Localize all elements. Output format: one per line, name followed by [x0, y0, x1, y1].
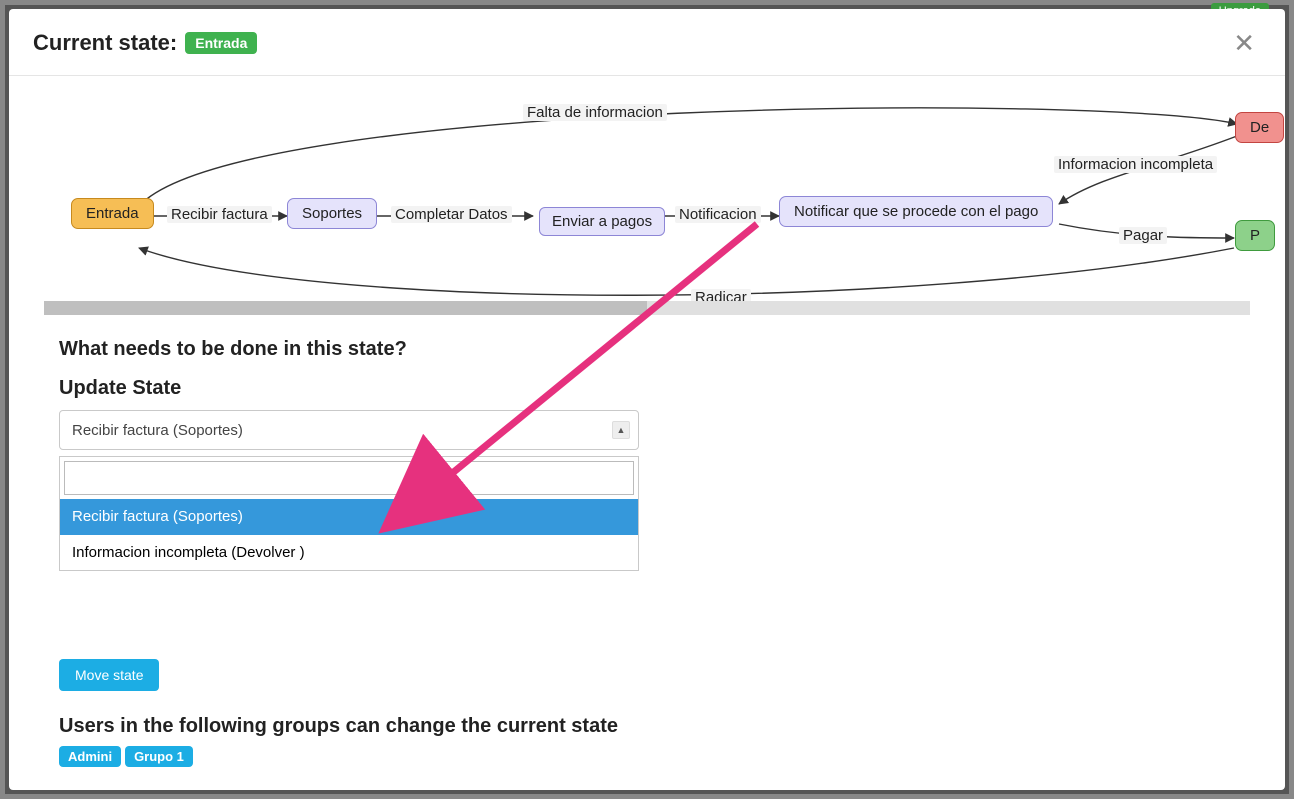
- edge-label-pagar: Pagar: [1119, 227, 1167, 244]
- dropdown-option-0[interactable]: Recibir factura (Soportes): [60, 499, 638, 535]
- node-enviar-label[interactable]: Enviar a pagos: [539, 207, 665, 236]
- node-entrada[interactable]: Entrada: [71, 198, 154, 229]
- edge-label-falta: Falta de informacion: [523, 104, 667, 121]
- state-select[interactable]: Recibir factura (Soportes) ▲: [59, 410, 639, 450]
- edge-label-notif: Notificacion: [675, 206, 761, 223]
- groups-heading: Users in the following groups can change…: [59, 715, 1235, 738]
- modal-backdrop: Upgrade Current state: Entrada ✕: [0, 0, 1294, 799]
- diagram-scrollbar-thumb[interactable]: [44, 301, 647, 315]
- modal-header: Current state: Entrada ✕: [9, 9, 1285, 76]
- node-pagar-end[interactable]: P: [1235, 220, 1275, 251]
- node-soportes[interactable]: Soportes: [287, 198, 377, 229]
- modal-body: Recibir factura Completar Datos Enviar a…: [9, 76, 1285, 790]
- update-state-label: Update State: [59, 377, 1235, 400]
- group-badges: Admini Grupo 1: [59, 746, 1235, 767]
- form-section: What needs to be done in this state? Upd…: [9, 316, 1285, 767]
- modal-dialog: Current state: Entrada ✕: [9, 9, 1285, 790]
- title-prefix: Current state:: [33, 30, 177, 56]
- close-icon[interactable]: ✕: [1227, 29, 1261, 57]
- dropdown-search-wrap: [62, 459, 636, 497]
- question-heading: What needs to be done in this state?: [59, 338, 1235, 361]
- group-badge-0[interactable]: Admini: [59, 746, 121, 767]
- group-badge-1[interactable]: Grupo 1: [125, 746, 193, 767]
- edge-label-completar: Completar Datos: [391, 206, 512, 223]
- current-state-badge: Entrada: [185, 32, 257, 54]
- dropdown-option-1[interactable]: Informacion incompleta (Devolver ): [60, 535, 638, 571]
- dropdown-search-input[interactable]: [64, 461, 634, 495]
- state-select-dropdown: Recibir factura (Soportes) Informacion i…: [59, 456, 639, 571]
- edge-label-infoinc: Informacion incompleta: [1054, 156, 1217, 173]
- workflow-diagram[interactable]: Recibir factura Completar Datos Enviar a…: [9, 76, 1285, 316]
- node-notificar[interactable]: Notificar que se procede con el pago: [779, 196, 1053, 227]
- modal-title: Current state: Entrada: [33, 30, 257, 56]
- chevron-up-icon: ▲: [612, 421, 630, 439]
- state-select-value: Recibir factura (Soportes): [72, 422, 243, 439]
- edge-label-recibir: Recibir factura: [167, 206, 272, 223]
- diagram-scrollbar[interactable]: [44, 301, 1250, 315]
- node-devolver[interactable]: De: [1235, 112, 1284, 143]
- move-state-button[interactable]: Move state: [59, 659, 159, 691]
